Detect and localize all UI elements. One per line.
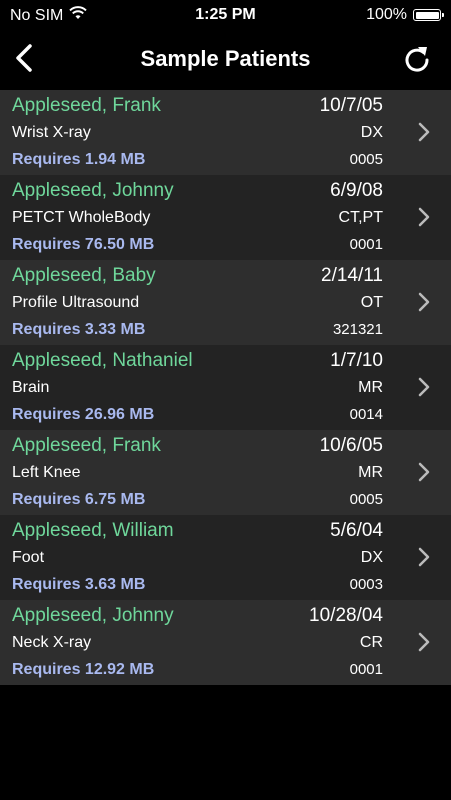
study-date: 10/7/05 xyxy=(319,95,383,116)
modality: DX xyxy=(360,124,383,141)
patient-name: Appleseed, Frank xyxy=(12,95,161,116)
accession-number: 0005 xyxy=(349,491,383,508)
modality: MR xyxy=(358,464,383,481)
patient-row[interactable]: Appleseed, William 5/6/04 Foot DX Requires 3… xyxy=(0,515,451,600)
accession-number: 0001 xyxy=(349,236,383,253)
study-date: 1/7/10 xyxy=(330,350,383,371)
chevron-right-icon xyxy=(417,207,431,227)
patient-row[interactable]: Appleseed, Baby 2/14/11 Profile Ultrasound… xyxy=(0,260,451,345)
study-date: 2/14/11 xyxy=(321,265,383,286)
study-date: 10/28/04 xyxy=(309,605,383,626)
patient-row[interactable]: Appleseed, Frank 10/6/05 Left Knee MR Requir… xyxy=(0,430,451,515)
patient-row[interactable]: Appleseed, Johnny 6/9/08 PETCT WholeBody CT… xyxy=(0,175,451,260)
study-date: 6/9/08 xyxy=(330,180,383,201)
modality: DX xyxy=(360,549,383,566)
study-description: Neck X-ray xyxy=(12,634,92,651)
chevron-right-icon xyxy=(417,122,431,142)
page-title: Sample Patients xyxy=(140,46,311,71)
chevron-right-icon xyxy=(417,462,431,482)
accession-number: 321321 xyxy=(332,321,383,338)
status-right: 100% xyxy=(366,6,444,24)
study-description: Brain xyxy=(12,379,50,396)
patient-name: Appleseed, Johnny xyxy=(12,605,174,626)
status-bar: No SIM 1:25 PM 100% xyxy=(0,0,451,30)
download-size: Requires 3.33 MB xyxy=(12,321,146,338)
patient-list: Appleseed, Frank 10/7/05 Wrist X-ray DX Requ… xyxy=(0,90,451,685)
patient-row[interactable]: Appleseed, Frank 10/7/05 Wrist X-ray DX Requ… xyxy=(0,90,451,175)
study-description: Wrist X-ray xyxy=(12,124,91,141)
download-size: Requires 6.75 MB xyxy=(12,491,146,508)
study-description: Foot xyxy=(12,549,45,566)
study-date: 5/6/04 xyxy=(330,520,383,541)
modality: CR xyxy=(359,634,383,651)
chevron-right-icon xyxy=(417,547,431,567)
refresh-icon xyxy=(403,43,431,78)
modality: MR xyxy=(358,379,383,396)
accession-number: 0003 xyxy=(349,576,383,593)
study-description: Profile Ultrasound xyxy=(12,294,140,311)
chevron-right-icon xyxy=(417,292,431,312)
study-date: 10/6/05 xyxy=(319,435,383,456)
study-description: PETCT WholeBody xyxy=(12,209,151,226)
accession-number: 0001 xyxy=(349,661,383,678)
chevron-right-icon xyxy=(417,377,431,397)
navigation-bar: Sample Patients xyxy=(0,30,451,90)
patient-name: Appleseed, William xyxy=(12,520,174,541)
accession-number: 0005 xyxy=(349,151,383,168)
patient-name: Appleseed, Baby xyxy=(12,265,156,286)
download-size: Requires 12.92 MB xyxy=(12,661,155,678)
modality: OT xyxy=(360,294,383,311)
download-size: Requires 26.96 MB xyxy=(12,406,155,423)
study-description: Left Knee xyxy=(12,464,81,481)
patient-name: Appleseed, Nathaniel xyxy=(12,350,193,371)
patient-row[interactable]: Appleseed, Nathaniel 1/7/10 Brain MR Require… xyxy=(0,345,451,430)
patient-name: Appleseed, Frank xyxy=(12,435,161,456)
download-size: Requires 1.94 MB xyxy=(12,151,146,168)
battery-percent: 100% xyxy=(366,6,407,23)
accession-number: 0014 xyxy=(349,406,383,423)
chevron-right-icon xyxy=(417,632,431,652)
download-size: Requires 3.63 MB xyxy=(12,576,146,593)
patient-row[interactable]: Appleseed, Johnny 10/28/04 Neck X-ray CR Req… xyxy=(0,600,451,685)
download-size: Requires 76.50 MB xyxy=(12,236,155,253)
battery-icon xyxy=(413,9,444,21)
patient-name: Appleseed, Johnny xyxy=(12,180,174,201)
modality: CT,PT xyxy=(338,209,383,226)
refresh-button[interactable] xyxy=(399,42,435,78)
